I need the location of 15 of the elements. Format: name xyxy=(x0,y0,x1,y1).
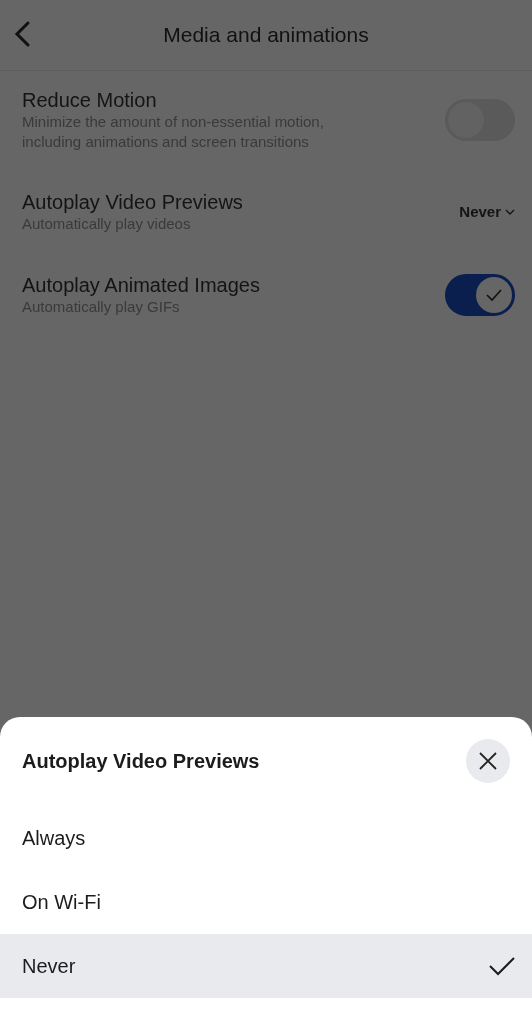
setting-label: Autoplay Animated Images xyxy=(22,273,260,297)
sheet-title: Autoplay Video Previews xyxy=(22,749,260,774)
close-icon xyxy=(478,751,498,771)
page-title: Media and animations xyxy=(163,22,369,49)
setting-label: Reduce Motion xyxy=(22,89,158,112)
check-icon xyxy=(486,287,502,302)
chevron-down-icon xyxy=(505,208,515,217)
back-icon[interactable] xyxy=(12,20,32,48)
option-item[interactable]: Never xyxy=(0,934,532,998)
option-item[interactable]: On Wi-Fi xyxy=(0,870,532,934)
close-button[interactable] xyxy=(466,739,510,783)
option-item[interactable]: Always xyxy=(0,806,532,870)
setting-label: Autoplay Video Previews xyxy=(22,191,243,214)
checkmark-icon xyxy=(489,956,515,976)
toggle-switch[interactable] xyxy=(445,273,515,316)
